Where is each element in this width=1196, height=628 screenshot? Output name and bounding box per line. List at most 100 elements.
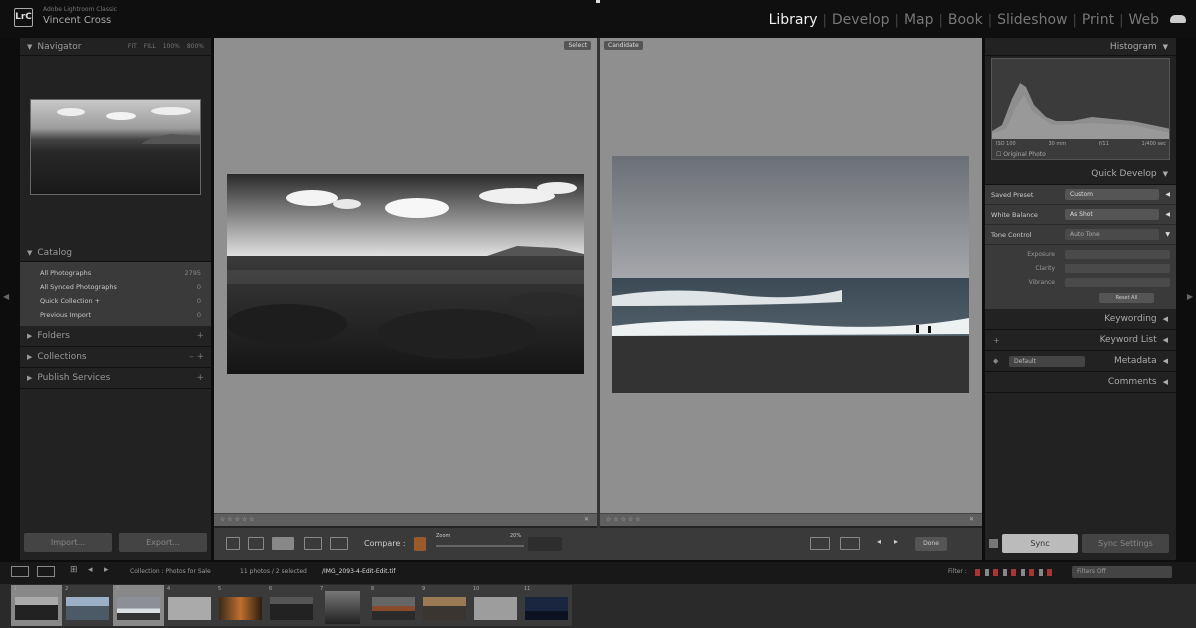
module-book[interactable]: Book bbox=[943, 12, 988, 28]
rating-stars[interactable]: ☆ ☆ ☆ ☆ ☆ bbox=[606, 516, 641, 523]
keyword-list-header[interactable]: + Keyword List ◀ bbox=[985, 330, 1176, 351]
catalog-item[interactable]: Quick Collection +0 bbox=[20, 294, 211, 308]
catalog-item[interactable]: Previous Import 0 bbox=[20, 308, 211, 322]
candidate-tag: Candidate bbox=[604, 41, 643, 50]
catalog-header[interactable]: ▼ Catalog bbox=[20, 244, 211, 262]
survey-view-icon[interactable] bbox=[304, 537, 322, 550]
sync-button[interactable]: Sync bbox=[1002, 534, 1078, 553]
disclosure-triangle-icon[interactable]: ◀ bbox=[1165, 211, 1170, 218]
thumb-image bbox=[325, 591, 360, 624]
filmstrip-thumb[interactable]: 4 bbox=[164, 585, 215, 626]
loupe-view-icon[interactable] bbox=[248, 537, 264, 550]
previous-arrow-icon[interactable]: ◂ bbox=[877, 537, 881, 546]
exposure-buttons[interactable] bbox=[1065, 249, 1170, 259]
add-collection-icon[interactable]: – + bbox=[189, 352, 204, 362]
candidate-pane[interactable]: Candidate ☆ ☆ ☆ ☆ ☆ ✕ bbox=[600, 38, 982, 526]
cloud-icon[interactable] bbox=[1170, 15, 1186, 23]
reject-flag-icon[interactable]: ✕ bbox=[584, 516, 589, 523]
back-arrow-icon[interactable]: ◂ bbox=[88, 565, 93, 575]
compare-view-icon[interactable] bbox=[272, 537, 294, 550]
module-library[interactable]: Library bbox=[764, 12, 823, 28]
filmstrip-thumb[interactable]: 1 bbox=[11, 585, 62, 626]
expand-triangle-icon: ▶ bbox=[27, 332, 33, 340]
white-balance-row: White Balance As Shot ◀ bbox=[985, 205, 1176, 225]
module-slideshow[interactable]: Slideshow bbox=[992, 12, 1072, 28]
sync-settings-button[interactable]: Sync Settings bbox=[1082, 534, 1169, 553]
top-panel-toggle[interactable] bbox=[596, 0, 600, 3]
comments-header[interactable]: Comments ◀ bbox=[985, 372, 1176, 393]
filters-off-select[interactable]: Filters Off bbox=[1072, 566, 1172, 578]
swap-icon[interactable] bbox=[810, 537, 830, 550]
lock-icon[interactable] bbox=[414, 537, 426, 551]
histogram[interactable]: ISO 100 30 mm f/11 1/400 sec ☐ Original … bbox=[991, 58, 1170, 160]
disclosure-triangle-icon[interactable]: ▼ bbox=[1165, 231, 1170, 238]
folders-header[interactable]: ▶ Folders + bbox=[20, 326, 211, 347]
metadata-preset-select[interactable]: Default bbox=[1009, 356, 1085, 367]
catalog-item[interactable]: All Photographs 2795 bbox=[20, 266, 211, 280]
keywording-header[interactable]: Keywording ◀ bbox=[985, 309, 1176, 330]
filter-label: Filter : bbox=[948, 568, 967, 575]
original-photo-checkbox[interactable]: ☐ Original Photo bbox=[996, 151, 1046, 158]
white-balance-select[interactable]: As Shot bbox=[1065, 209, 1160, 220]
right-panel-toggle-icon[interactable]: ▶ bbox=[1187, 292, 1193, 301]
people-view-icon[interactable] bbox=[330, 537, 348, 550]
filmstrip-thumb[interactable]: 5 bbox=[215, 585, 266, 626]
select-pane[interactable]: Select ☆ ☆ ☆ ☆ ☆ ✕ bbox=[214, 38, 597, 526]
module-develop[interactable]: Develop bbox=[827, 12, 895, 28]
filmstrip-thumb[interactable]: 2 bbox=[62, 585, 113, 626]
main-window-icon[interactable] bbox=[11, 566, 29, 577]
navigator-preview[interactable] bbox=[30, 99, 201, 195]
zoom-fill[interactable]: FILL bbox=[144, 43, 156, 50]
clarity-buttons[interactable] bbox=[1065, 263, 1170, 273]
grid-view-icon[interactable] bbox=[226, 537, 240, 550]
filmstrip-thumb[interactable]: 3 bbox=[113, 585, 164, 626]
import-button[interactable]: Import... bbox=[24, 533, 112, 552]
filter-color-labels[interactable] bbox=[975, 569, 1055, 576]
rating-stars[interactable]: ☆ ☆ ☆ ☆ ☆ bbox=[220, 516, 255, 523]
add-publish-service-icon[interactable]: + bbox=[196, 373, 204, 383]
zoom-800[interactable]: 800% bbox=[187, 43, 204, 50]
metadata-header[interactable]: ◆ Default Metadata ◀ bbox=[985, 351, 1176, 372]
catalog-item[interactable]: All Synced Photographs 0 bbox=[20, 280, 211, 294]
filmstrip-thumb[interactable]: 8 bbox=[368, 585, 419, 626]
publish-services-header[interactable]: ▶ Publish Services + bbox=[20, 368, 211, 389]
module-print[interactable]: Print bbox=[1077, 12, 1119, 28]
zoom-100[interactable]: 100% bbox=[163, 43, 180, 50]
saved-preset-select[interactable]: Custom bbox=[1065, 189, 1160, 200]
filmstrip-thumb[interactable]: 10 bbox=[470, 585, 521, 626]
make-select-icon[interactable] bbox=[840, 537, 860, 550]
collapse-triangle-icon: ▼ bbox=[27, 248, 33, 257]
grid-icon[interactable]: ⊞ bbox=[70, 565, 78, 575]
next-arrow-icon[interactable]: ▸ bbox=[894, 537, 898, 546]
forward-arrow-icon[interactable]: ▸ bbox=[104, 565, 109, 575]
disclosure-triangle-icon[interactable]: ◀ bbox=[1165, 191, 1170, 198]
swap-button[interactable] bbox=[528, 537, 562, 551]
filmstrip-thumb[interactable]: 6 bbox=[266, 585, 317, 626]
auto-sync-toggle[interactable] bbox=[989, 539, 998, 548]
candidate-photo bbox=[612, 156, 969, 393]
zoom-slider[interactable] bbox=[436, 545, 524, 547]
source-collection-label[interactable]: Collection : Photos for Sale bbox=[130, 568, 211, 575]
zoom-fit[interactable]: FIT bbox=[128, 43, 137, 50]
reject-flag-icon[interactable]: ✕ bbox=[969, 516, 974, 523]
add-keyword-icon[interactable]: + bbox=[993, 336, 1000, 345]
import-export-buttons: Import... Export... bbox=[24, 533, 207, 552]
secondary-window-icon[interactable] bbox=[37, 566, 55, 577]
module-web[interactable]: Web bbox=[1123, 12, 1164, 28]
navigator-header[interactable]: ▼ Navigator FIT FILL 100% 800% bbox=[20, 38, 211, 56]
filmstrip-thumb[interactable]: 7 bbox=[317, 585, 368, 626]
filmstrip-thumb[interactable]: 11 bbox=[521, 585, 572, 626]
module-map[interactable]: Map bbox=[899, 12, 939, 28]
quick-develop-header[interactable]: Quick Develop ▼ bbox=[985, 164, 1176, 185]
collections-header[interactable]: ▶ Collections – + bbox=[20, 347, 211, 368]
filmstrip-thumb[interactable]: 9 bbox=[419, 585, 470, 626]
done-button[interactable]: Done bbox=[915, 537, 947, 551]
left-panel-toggle-icon[interactable]: ◀ bbox=[3, 292, 9, 301]
histogram-header[interactable]: Histogram ▼ bbox=[985, 38, 1176, 56]
auto-tone-button[interactable]: Auto Tone bbox=[1065, 229, 1160, 240]
metadata-preset-icon: ◆ bbox=[993, 357, 999, 365]
vibrance-buttons[interactable] bbox=[1065, 277, 1170, 287]
export-button[interactable]: Export... bbox=[119, 533, 207, 552]
add-folder-icon[interactable]: + bbox=[196, 331, 204, 341]
reset-all-button[interactable]: Reset All bbox=[1099, 293, 1154, 303]
